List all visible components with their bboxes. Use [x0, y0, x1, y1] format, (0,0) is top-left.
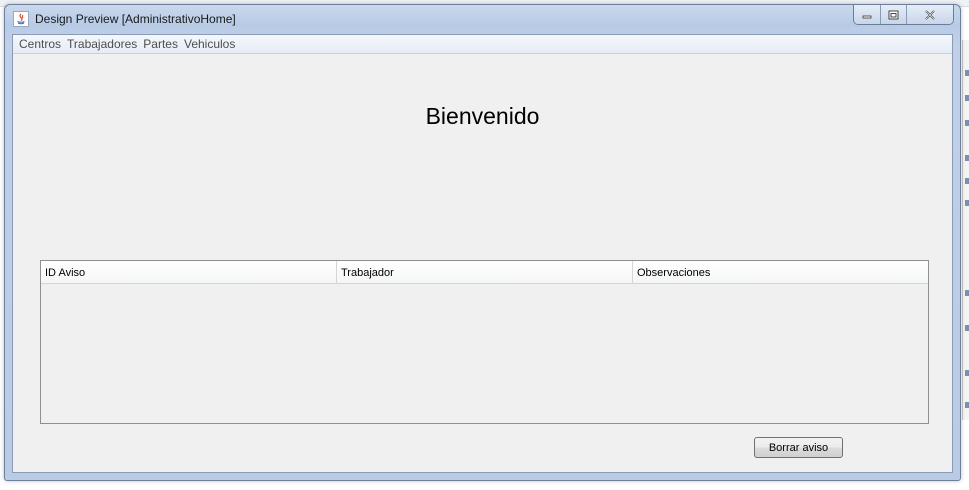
- minimize-button[interactable]: [854, 5, 881, 24]
- menu-trabajadores[interactable]: Trabajadores: [64, 35, 140, 53]
- close-icon: [925, 9, 935, 20]
- java-icon[interactable]: [13, 11, 29, 27]
- column-header-id-aviso[interactable]: ID Aviso: [41, 261, 337, 283]
- column-header-trabajador[interactable]: Trabajador: [337, 261, 633, 283]
- restore-icon: [888, 10, 899, 19]
- design-preview-window: Design Preview [AdministrativoHome] Cent…: [4, 4, 961, 481]
- delete-notice-button[interactable]: Borrar aviso: [754, 437, 843, 458]
- close-button[interactable]: [907, 5, 953, 24]
- menu-partes[interactable]: Partes: [140, 35, 181, 53]
- menu-centros[interactable]: Centros: [16, 35, 64, 53]
- window-content: Centros Trabajadores Partes Vehiculos Bi…: [12, 34, 953, 473]
- minimize-icon: [862, 15, 872, 18]
- column-header-observaciones[interactable]: Observaciones: [633, 261, 928, 283]
- avisos-table[interactable]: ID Aviso Trabajador Observaciones: [40, 260, 929, 424]
- window-title: Design Preview [AdministrativoHome]: [35, 12, 236, 26]
- title-bar[interactable]: Design Preview [AdministrativoHome]: [5, 5, 960, 33]
- table-body[interactable]: [41, 284, 928, 423]
- menu-bar: Centros Trabajadores Partes Vehiculos: [13, 35, 952, 54]
- window-controls: [853, 5, 954, 25]
- menu-vehiculos[interactable]: Vehiculos: [181, 35, 238, 53]
- table-header: ID Aviso Trabajador Observaciones: [41, 261, 928, 284]
- welcome-heading: Bienvenido: [425, 103, 540, 129]
- maximize-button[interactable]: [881, 5, 907, 24]
- background-ide-palette: [962, 40, 969, 420]
